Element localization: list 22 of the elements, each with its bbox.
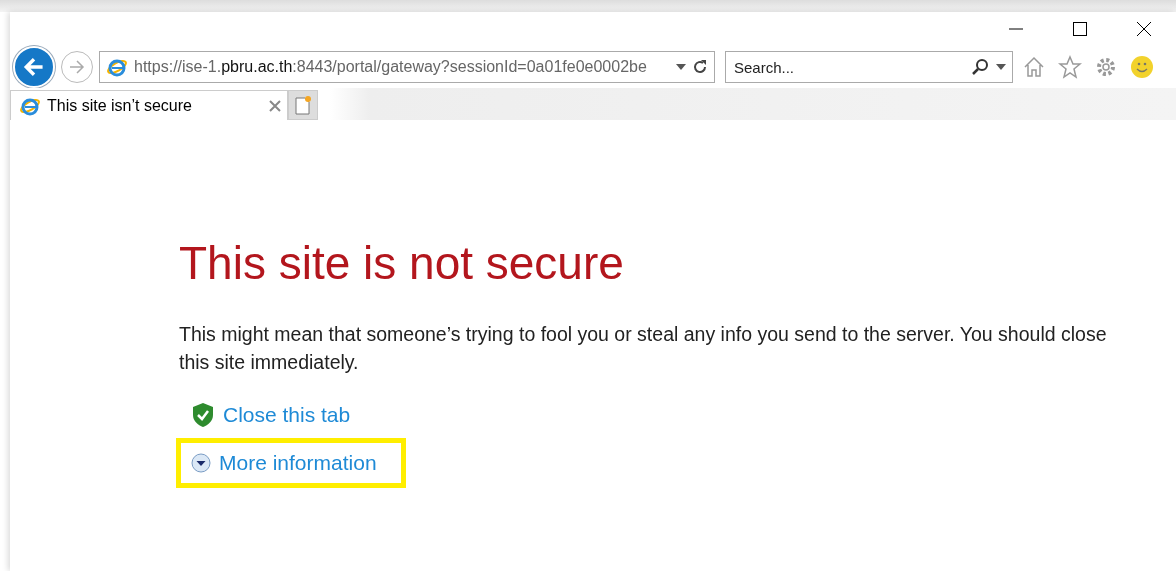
close-icon[interactable]: [269, 99, 281, 112]
page-heading: This site is not secure: [179, 236, 625, 290]
search-field[interactable]: Search...: [725, 51, 1013, 83]
arrow-left-icon: [22, 55, 46, 79]
page-link[interactable]: More information: [219, 451, 377, 475]
minimize-icon: [1009, 28, 1023, 30]
close-icon: [1136, 21, 1152, 37]
expand-icon[interactable]: [191, 453, 211, 473]
back-button[interactable]: [13, 46, 55, 88]
address-bar[interactable]: https://ise-1.pbru.ac.th:8443/portal/gateway?sessionId=0a01fe0e0002be: [99, 51, 715, 83]
search-icon[interactable]: [970, 57, 990, 77]
dropdown-icon[interactable]: [676, 64, 686, 70]
new-page-icon: [294, 95, 312, 115]
shield-icon: [191, 402, 215, 428]
new-tab-button[interactable]: [288, 90, 318, 120]
dropdown-icon[interactable]: [996, 64, 1006, 70]
browser-tab[interactable]: This site isn’t secure: [10, 90, 288, 120]
forward-button[interactable]: [61, 51, 93, 83]
maximize-icon: [1072, 21, 1088, 37]
refresh-icon[interactable]: [692, 59, 708, 75]
page-link[interactable]: Close this tab: [223, 403, 351, 427]
warning-message: This might mean that someone’s trying to fool you or steal any info you send to the server. You should close this site immediately.: [179, 322, 1108, 375]
